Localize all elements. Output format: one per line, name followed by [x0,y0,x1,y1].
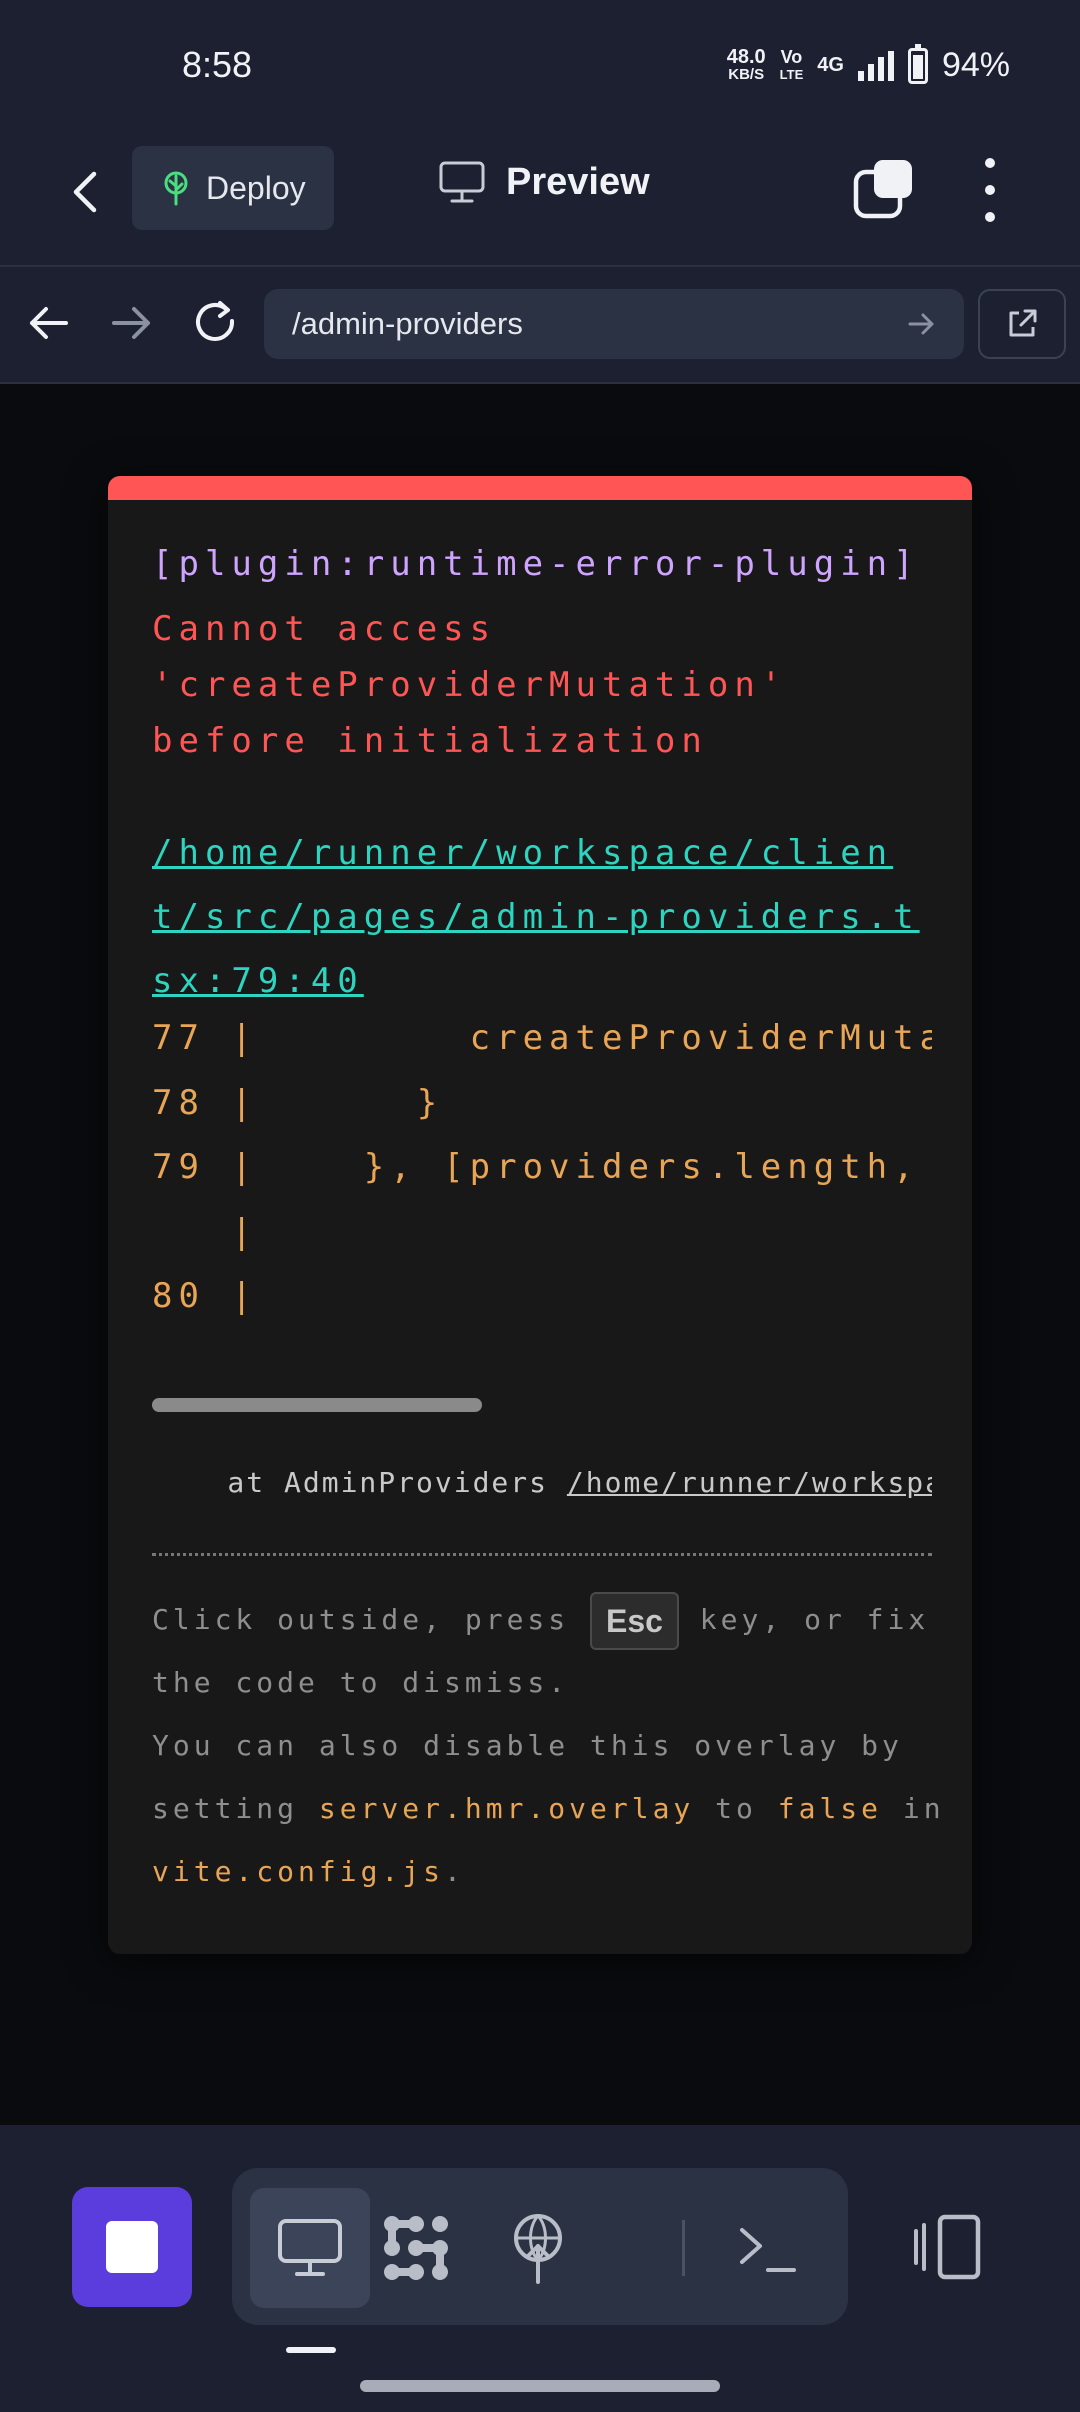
apps-tool-button[interactable] [356,2188,476,2308]
app-header: Deploy Preview [0,130,1080,267]
overlay-divider [152,1553,932,1556]
tip-text-4: to [694,1792,778,1825]
reload-icon[interactable] [190,297,242,349]
net-speed-unit: KB/S [728,65,765,83]
error-overlay[interactable]: [plugin:runtime-error-plugin] Cannot acc… [108,476,972,1954]
volte-icon: Vo LTE [779,46,804,83]
deploy-button[interactable]: Deploy [132,146,334,230]
terminal-tool-button[interactable] [708,2188,828,2308]
tip-code-config: vite.config.js [152,1855,445,1888]
error-file-link[interactable]: /home/runner/workspace/clien t/src/pages… [152,821,952,1013]
net-speed: 48.0 KB/S [726,45,766,84]
apps-grid-icon [384,2216,448,2280]
home-indicator[interactable] [360,2380,720,2392]
tool-separator [682,2220,685,2276]
deploy-tool-button[interactable] [478,2188,598,2308]
url-go-icon[interactable] [906,309,936,339]
arrow-right-icon[interactable] [106,297,158,349]
back-chevron-icon[interactable] [60,164,116,220]
more-vert-icon[interactable] [966,158,1014,222]
url-field[interactable]: /admin-providers [264,289,964,359]
code-frame[interactable]: 77 | createProviderMutation.mutate( 78 |… [152,1006,932,1346]
stop-button[interactable] [72,2187,192,2307]
tip-text-1: Click outside, press [152,1603,591,1636]
monitor-icon [439,161,485,203]
code-frame-scrollbar[interactable] [152,1398,482,1412]
tip-code-hmr: server.hmr.overlay [318,1792,695,1825]
tabs-icon[interactable] [852,158,914,220]
deploy-icon [514,2214,562,2284]
tip-code-false: false [777,1792,883,1825]
tip-text-6: . [444,1855,465,1888]
preview-tool-button[interactable] [250,2188,370,2308]
tip-text-5: in [882,1792,945,1825]
preview-label: Preview [506,160,650,203]
error-plugin: [plugin:runtime-error-plugin] [152,544,920,584]
open-external-icon [1009,309,1037,337]
volte-top: Vo [780,46,803,67]
arrow-left-icon[interactable] [22,297,74,349]
terminal-icon [740,2228,796,2272]
status-icons: 48.0 KB/S Vo LTE 4G 94% [726,43,1010,85]
deploy-label: Deploy [206,169,306,206]
battery-percent: 94% [941,46,1010,84]
esc-key: Esc [590,1592,679,1650]
open-external-button[interactable] [978,289,1066,359]
overlay-tip: Click outside, press Esc key, or fix the… [152,1588,952,1903]
deploy-tree-icon [164,171,188,206]
stop-icon [106,2221,158,2273]
stack-prefix: at AdminProviders [152,1466,567,1499]
preview-title[interactable]: Preview [438,160,650,204]
active-tab-indicator [286,2347,336,2353]
status-bar: 8:58 48.0 KB/S Vo LTE 4G 94% [0,0,1080,130]
tool-group [232,2168,848,2325]
url-text[interactable]: /admin-providers [292,306,906,342]
error-message: Cannot access 'createProviderMutation' b… [152,609,788,761]
status-time: 8:58 [182,44,253,85]
stack-trace: at AdminProviders /home/runner/workspace… [152,1466,932,1499]
preview-monitor-icon [278,2219,342,2276]
browser-toolbar: /admin-providers [0,267,1080,384]
net-speed-value: 48.0 [726,45,766,68]
signal-icon [857,50,894,81]
network-type: 4G [817,54,844,76]
battery-icon [907,43,928,84]
stack-link[interactable]: /home/runner/workspace/client/src/pages/… [567,1466,932,1499]
bottom-dock [0,2125,1080,2412]
side-panel-icon[interactable] [912,2211,984,2283]
error-accent-bar [108,476,972,500]
volte-bottom: LTE [779,66,804,82]
